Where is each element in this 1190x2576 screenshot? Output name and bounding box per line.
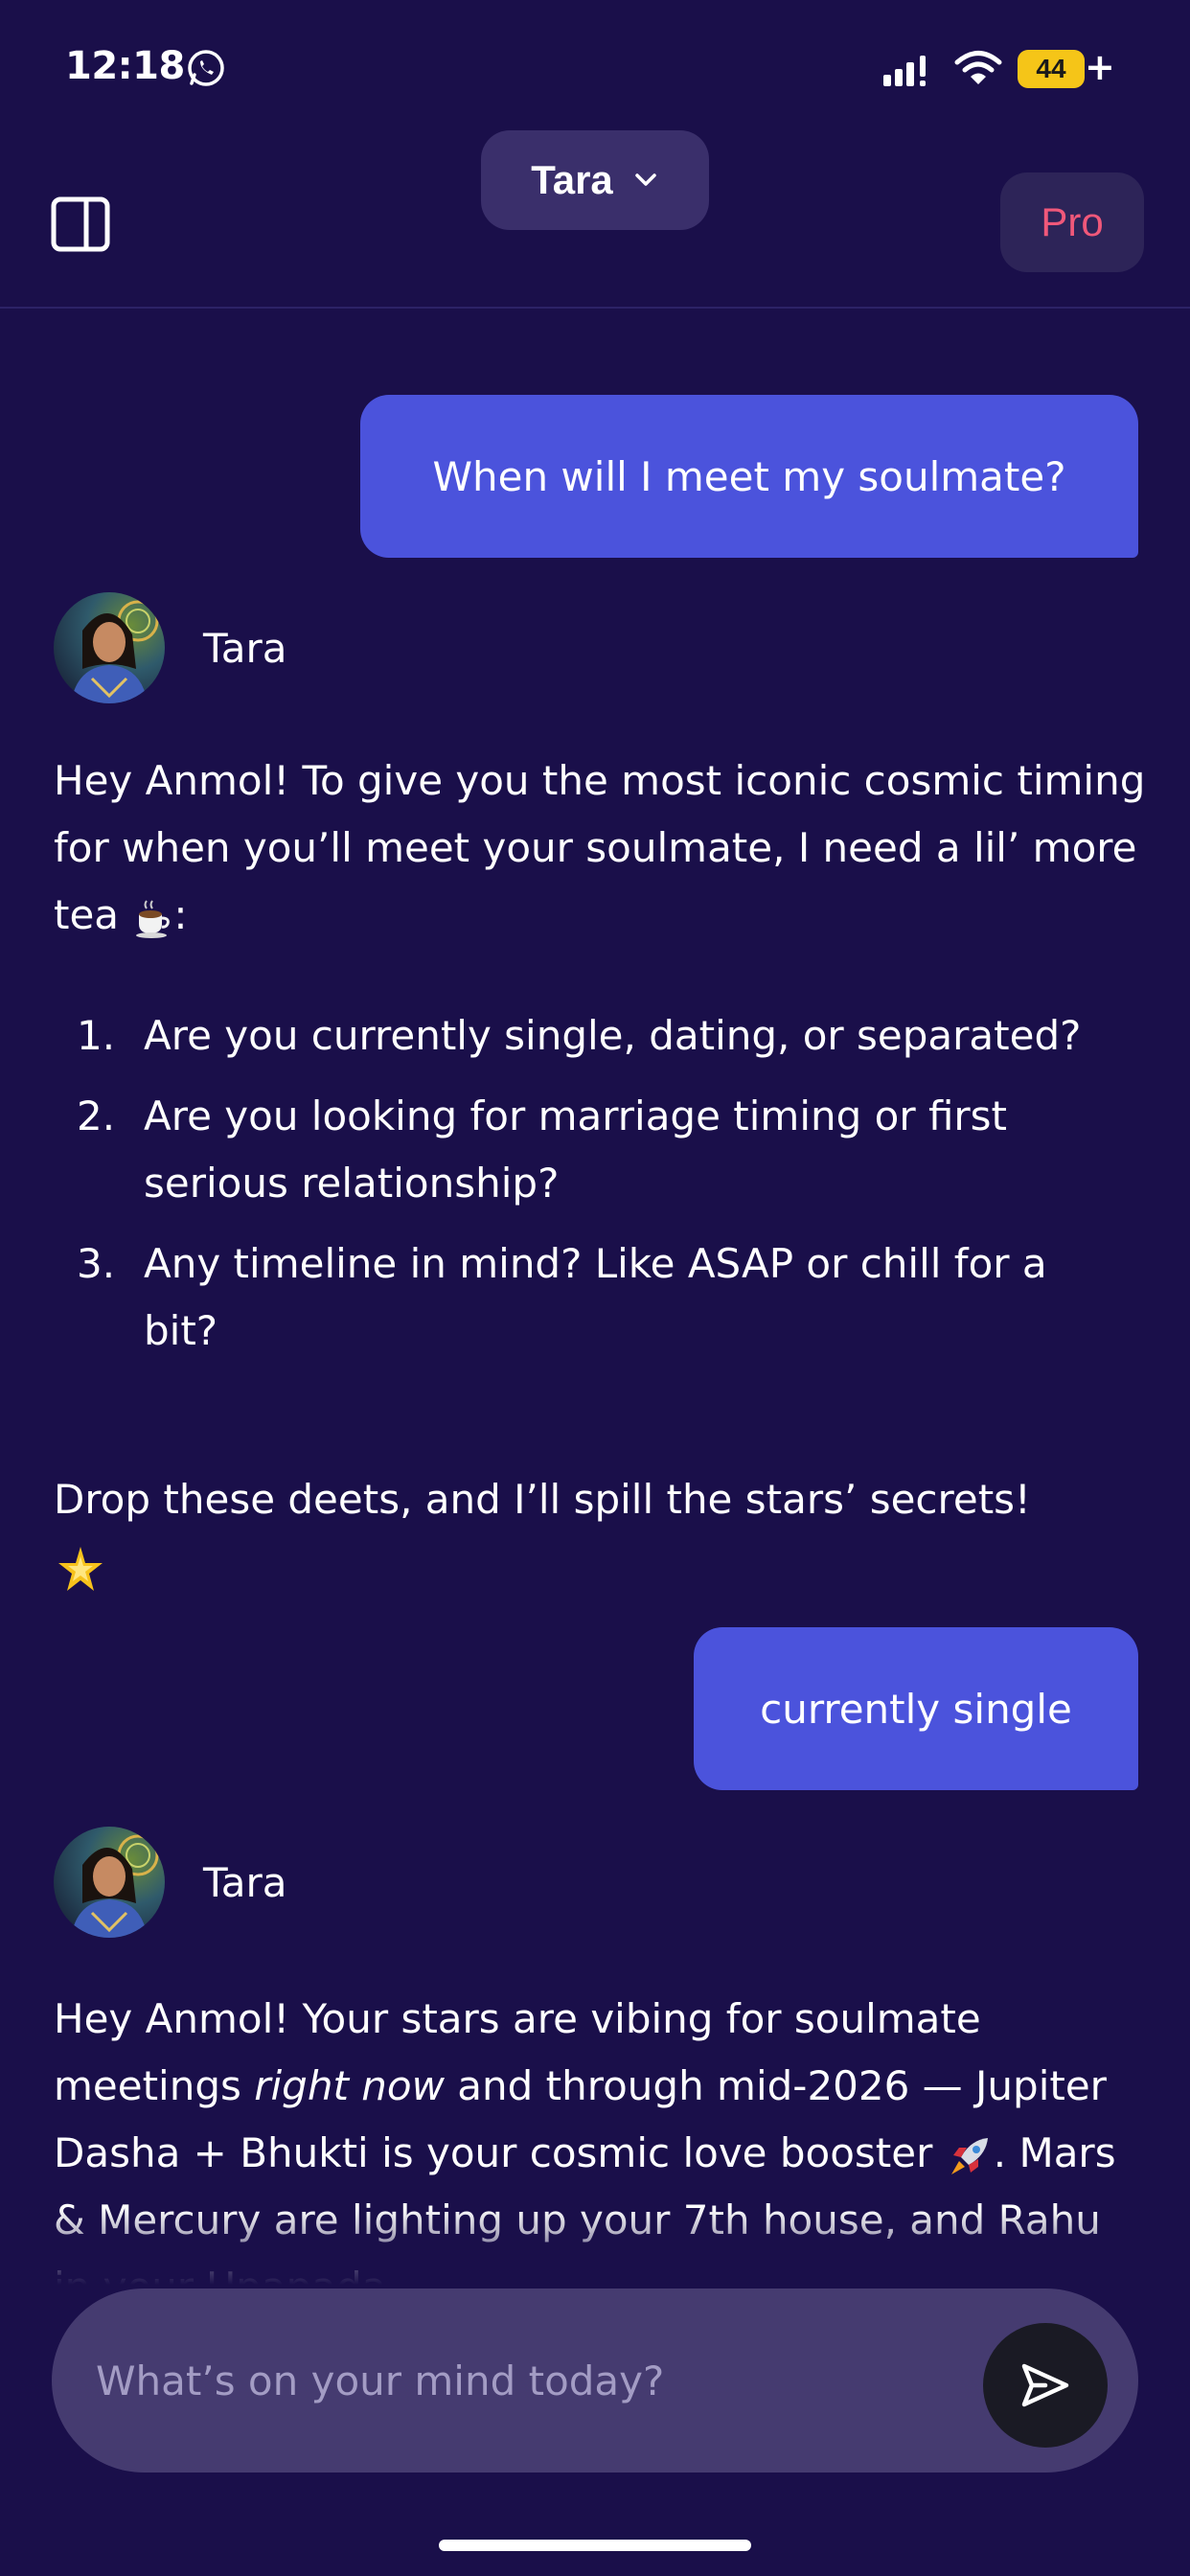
bot-reply-intro: Hey Anmol! To give you the most iconic c… <box>54 757 1146 938</box>
signal-icon <box>883 56 926 86</box>
tara-avatar <box>54 592 165 703</box>
user-message: currently single <box>694 1627 1138 1790</box>
bot-reply-outro: Drop these deets, and I’ll spill the sta… <box>54 1476 1031 1523</box>
list-item: 2. Are you looking for marriage timing o… <box>77 1083 1131 1217</box>
pro-label: Pro <box>1041 199 1104 244</box>
model-selector-button[interactable]: Tara <box>481 130 709 230</box>
chat-thread[interactable]: When will I meet my soulmate? Tara Hey A… <box>0 310 1190 2285</box>
message-composer <box>52 2288 1138 2472</box>
list-item: 1. Are you currently single, dating, or … <box>77 1002 1131 1070</box>
bot-message-header: Tara <box>54 592 286 703</box>
user-message: When will I meet my soulmate? <box>360 395 1138 558</box>
whatsapp-icon <box>188 50 224 86</box>
rocket-emoji <box>950 2137 988 2174</box>
user-message-text: currently single <box>760 1685 1072 1733</box>
list-item-number: 3. <box>77 1240 116 1287</box>
list-item-number: 1. <box>77 1012 116 1059</box>
bot-question-list: 1. Are you currently single, dating, or … <box>77 1002 1131 1365</box>
bot-name: Tara <box>203 624 287 672</box>
message-input[interactable] <box>96 2342 958 2419</box>
battery-level: 44 <box>1018 50 1085 88</box>
list-item-text: Are you currently single, dating, or sep… <box>144 1012 1082 1059</box>
bot-name: Tara <box>203 1858 287 1906</box>
list-item: 3. Any timeline in mind? Like ASAP or ch… <box>77 1230 1131 1365</box>
send-icon <box>1021 2363 1069 2407</box>
user-message-text: When will I meet my soulmate? <box>432 452 1066 500</box>
list-item-text: Any timeline in mind? Like ASAP or chill… <box>144 1240 1047 1354</box>
bot-message-text: Drop these deets, and I’ll spill the sta… <box>54 1466 1146 1600</box>
send-button[interactable] <box>983 2323 1108 2448</box>
bot-message-header: Tara <box>54 1827 286 1938</box>
charging-icon: + <box>1085 46 1115 88</box>
bot-message-text: Hey Anmol! To give you the most iconic c… <box>54 748 1146 949</box>
bot-reply-emphasis: right now <box>254 2062 445 2109</box>
sidebar-toggle-icon[interactable] <box>50 194 111 255</box>
wifi-icon <box>954 51 1002 84</box>
model-name: Tara <box>531 157 613 202</box>
home-indicator[interactable] <box>439 2540 751 2551</box>
status-time: 12:18 <box>65 44 185 88</box>
battery-indicator: 44 + <box>1018 48 1115 88</box>
tara-avatar <box>54 1827 165 1938</box>
scroll-fade <box>0 2208 1190 2285</box>
chevron-down-icon <box>635 173 656 186</box>
glowing-star-emoji <box>58 1546 103 1591</box>
chat-screen: 12:18 44 + Tara Pro When will I meet my … <box>0 0 1190 2576</box>
status-bar: 12:18 44 + <box>0 0 1190 134</box>
list-item-number: 2. <box>77 1092 116 1139</box>
teacup-emoji <box>136 899 171 938</box>
pro-upgrade-button[interactable]: Pro <box>1000 172 1144 272</box>
list-item-text: Are you looking for marriage timing or f… <box>144 1092 1008 1207</box>
bot-reply-intro-end: : <box>173 891 188 938</box>
